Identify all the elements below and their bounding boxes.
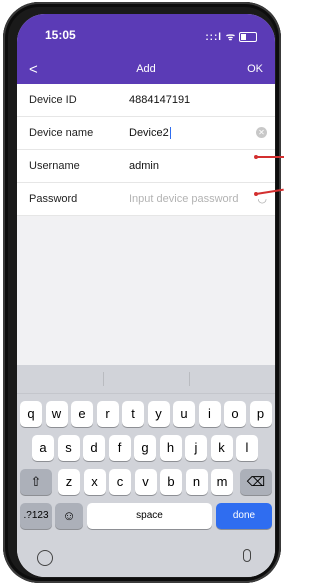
keyboard-row-4: .?123 ☺ space done — [17, 503, 275, 529]
done-key[interactable]: done — [216, 503, 272, 529]
key-u[interactable]: u — [173, 401, 195, 427]
key-y[interactable]: y — [147, 401, 170, 427]
username-field[interactable]: admin — [129, 160, 159, 172]
status-time: 15:05 — [45, 28, 76, 42]
device-name-row[interactable]: Device name Device2 ✕ — [17, 117, 275, 150]
clear-icon[interactable]: ✕ — [256, 127, 267, 138]
device-id-label: Device ID — [29, 94, 77, 106]
key-f[interactable]: f — [108, 435, 131, 461]
password-field[interactable]: Input device password — [129, 193, 238, 205]
device-id-field[interactable]: 4884147191 — [129, 94, 190, 106]
key-o[interactable]: o — [224, 401, 246, 427]
suggestion-divider — [189, 372, 190, 386]
key-w[interactable]: w — [45, 401, 68, 427]
app-screen: 15:05 :::l ᯤ < Add OK Device ID 48841471… — [17, 14, 275, 577]
key-p[interactable]: p — [249, 401, 272, 427]
page-title: Add — [136, 63, 156, 75]
password-row[interactable]: Password Input device password ◡ — [17, 183, 275, 216]
key-x[interactable]: x — [83, 469, 106, 495]
space-key[interactable]: space — [87, 503, 212, 529]
key-s[interactable]: s — [57, 435, 80, 461]
suggestion-bar — [17, 365, 275, 394]
add-device-form: Device ID 4884147191 Device name Device2… — [17, 84, 275, 216]
key-c[interactable]: c — [109, 469, 131, 495]
key-z[interactable]: z — [58, 469, 80, 495]
backspace-key[interactable]: ⌫ — [240, 469, 272, 495]
text-caret — [169, 127, 171, 140]
device-name-value: Device2 — [129, 127, 169, 139]
device-name-field[interactable]: Device2 — [129, 127, 171, 140]
key-t[interactable]: t — [122, 401, 144, 427]
key-m[interactable]: m — [211, 469, 233, 495]
status-bar: 15:05 :::l ᯤ — [17, 14, 275, 56]
key-n[interactable]: n — [185, 469, 208, 495]
key-l[interactable]: l — [236, 435, 258, 461]
key-e[interactable]: e — [71, 401, 93, 427]
username-label: Username — [29, 160, 80, 172]
battery-icon — [239, 32, 257, 43]
ok-button[interactable]: OK — [247, 63, 263, 75]
key-k[interactable]: k — [210, 435, 233, 461]
signal-wifi-icon: :::l ᯤ — [205, 32, 236, 43]
device-name-label: Device name — [29, 127, 94, 139]
emoji-key[interactable]: ☺ — [55, 503, 83, 529]
password-label: Password — [29, 193, 78, 205]
key-b[interactable]: b — [160, 469, 182, 495]
keyboard-row-3: ⇧ ⌫ zxcvbnm — [17, 469, 275, 495]
pointer-dot — [254, 192, 258, 196]
keyboard-footer — [17, 543, 275, 577]
keyboard-row-1: qwertyuiop — [17, 401, 275, 427]
key-d[interactable]: d — [83, 435, 105, 461]
key-j[interactable]: j — [185, 435, 207, 461]
shift-key[interactable]: ⇧ — [20, 469, 52, 495]
username-row[interactable]: Username admin — [17, 150, 275, 183]
key-g[interactable]: g — [134, 435, 156, 461]
key-i[interactable]: i — [198, 401, 221, 427]
suggestion-divider — [103, 372, 104, 386]
key-q[interactable]: q — [20, 401, 42, 427]
key-h[interactable]: h — [159, 435, 182, 461]
keyboard-row-2: asdfghjkl — [17, 435, 275, 461]
numbers-key[interactable]: .?123 — [20, 503, 52, 529]
pointer-dot — [254, 155, 258, 159]
pointer-line — [256, 156, 284, 158]
key-v[interactable]: v — [134, 469, 157, 495]
microphone-icon[interactable] — [243, 549, 251, 562]
globe-icon[interactable] — [37, 550, 53, 566]
device-id-row[interactable]: Device ID 4884147191 — [17, 84, 275, 117]
key-r[interactable]: r — [96, 401, 119, 427]
nav-bar: < Add OK — [17, 56, 275, 84]
keyboard: qwertyuiop asdfghjkl ⇧ ⌫ zxcvbnm .?123 ☺… — [17, 365, 275, 577]
key-a[interactable]: a — [32, 435, 54, 461]
status-icons: :::l ᯤ — [205, 29, 257, 43]
